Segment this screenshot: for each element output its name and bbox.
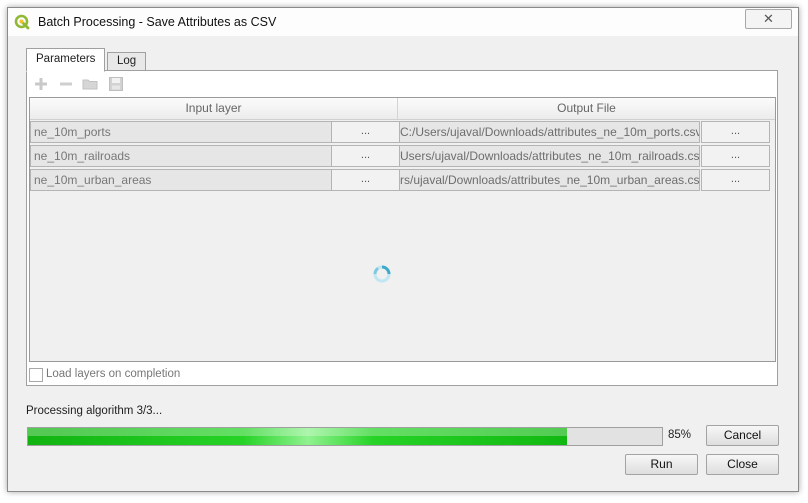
progress-fill — [28, 428, 567, 445]
window-close-button[interactable]: ✕ — [745, 9, 792, 29]
output-browse-button[interactable]: ... — [701, 169, 770, 191]
close-icon: ✕ — [763, 11, 774, 26]
output-file-cell[interactable]: C:/Users/ujaval/Downloads/attributes_ne_… — [399, 121, 700, 143]
cancel-button[interactable]: Cancel — [706, 425, 779, 446]
add-row-icon[interactable] — [33, 76, 49, 92]
output-browse-button[interactable]: ... — [701, 121, 770, 143]
output-browse-button[interactable]: ... — [701, 145, 770, 167]
input-browse-button[interactable]: ... — [331, 121, 400, 143]
tab-parameters[interactable]: Parameters — [26, 48, 106, 72]
batch-processing-dialog: Batch Processing - Save Attributes as CS… — [7, 7, 799, 492]
table-row: ne_10m_ports ... C:/Users/ujaval/Downloa… — [30, 120, 775, 144]
batch-table: Input layer Output File ne_10m_ports ...… — [29, 97, 776, 362]
progress-bar — [27, 427, 663, 446]
input-layer-cell[interactable]: ne_10m_ports — [30, 121, 332, 143]
progress-percent: 85% — [668, 429, 692, 441]
qgis-logo-icon — [14, 14, 30, 30]
open-folder-icon[interactable] — [82, 76, 98, 92]
output-file-cell[interactable]: Users/ujaval/Downloads/attributes_ne_10m… — [399, 145, 700, 167]
load-layers-checkbox[interactable] — [29, 368, 43, 382]
header-output-file[interactable]: Output File — [398, 98, 775, 120]
table-row: ne_10m_railroads ... Users/ujaval/Downlo… — [30, 144, 775, 168]
title-bar[interactable]: Batch Processing - Save Attributes as CS… — [8, 8, 798, 36]
header-input-layer[interactable]: Input layer — [30, 98, 398, 120]
tab-log[interactable]: Log — [107, 52, 147, 71]
tab-log-label: Log — [117, 55, 137, 67]
parameters-panel: Input layer Output File ne_10m_ports ...… — [26, 70, 778, 386]
save-icon[interactable] — [108, 76, 124, 92]
status-text: Processing algorithm 3/3... — [26, 405, 163, 417]
load-layers-label: Load layers on completion — [46, 368, 181, 380]
input-browse-button[interactable]: ... — [331, 145, 400, 167]
input-layer-cell[interactable]: ne_10m_urban_areas — [30, 169, 332, 191]
window-title: Batch Processing - Save Attributes as CS… — [38, 15, 277, 29]
tab-parameters-label: Parameters — [36, 53, 96, 65]
run-button[interactable]: Run — [625, 454, 698, 475]
output-file-cell[interactable]: rs/ujaval/Downloads/attributes_ne_10m_ur… — [399, 169, 700, 191]
input-browse-button[interactable]: ... — [331, 169, 400, 191]
remove-row-icon[interactable] — [58, 76, 74, 92]
table-row: ne_10m_urban_areas ... rs/ujaval/Downloa… — [30, 168, 775, 192]
input-layer-cell[interactable]: ne_10m_railroads — [30, 145, 332, 167]
busy-spinner-icon — [373, 265, 391, 283]
close-button[interactable]: Close — [706, 454, 779, 475]
